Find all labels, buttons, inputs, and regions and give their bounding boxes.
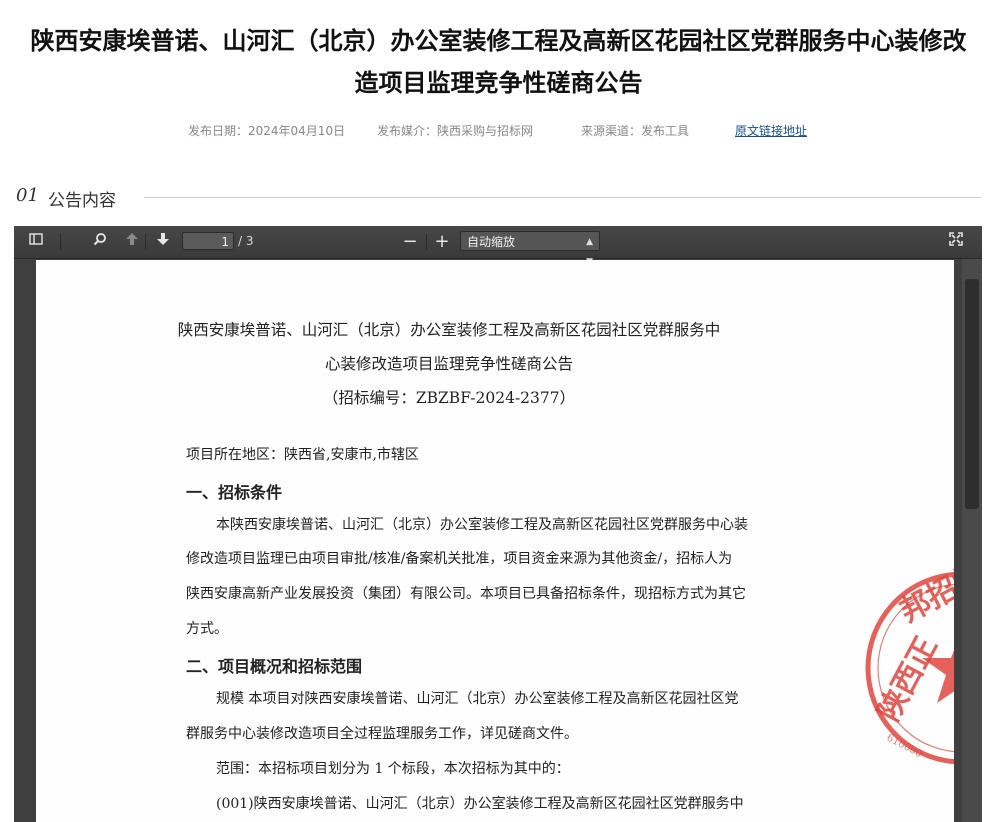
doc-para1-line: 方式。 [186, 621, 228, 637]
zoom-in-button[interactable]: + [432, 232, 452, 252]
doc-para2-line: 规模 本项目对陕西安康埃普诺、山河汇（北京）办公室装修工程及高新区花园社区党 [216, 691, 739, 707]
toolbar-separator [145, 234, 146, 250]
doc-location: 项目所在地区：陕西省,安康市,市辖区 [186, 447, 419, 463]
pdf-toolbar: 1 / 3 − + 自动缩放 ▲▼ [14, 226, 982, 267]
doc-scope: 范围：本招标项目划分为 1 个标段，本次招标为其中的： [216, 761, 570, 777]
svg-text:邦招标: 邦招标 [894, 568, 954, 630]
toolbar-separator [426, 234, 427, 250]
doc-item-1: (001)陕西安康埃普诺、山河汇（北京）办公室装修工程及高新区花园社区党群服务中 [216, 796, 744, 812]
publish-media: 发布媒介：陕西采购与招标网 [377, 124, 534, 138]
original-link[interactable]: 原文链接地址 [735, 122, 807, 139]
zoom-out-button[interactable]: − [400, 232, 420, 252]
page-number-input[interactable]: 1 [182, 232, 234, 250]
doc-heading-1: 一、招标条件 [186, 483, 283, 502]
pdf-scrollbar[interactable] [962, 259, 982, 822]
search-icon[interactable] [90, 232, 110, 252]
pdf-page: 陕西安康埃普诺、山河汇（北京）办公室装修工程及高新区花园社区党群服务中 心装修改… [36, 260, 954, 822]
zoom-select-value: 自动缩放 [467, 235, 516, 249]
toolbar-separator [60, 234, 61, 250]
pdf-scrollbar-thumb[interactable] [965, 279, 979, 509]
doc-tender-number: （招标编号：ZBZBF-2024-2377） [322, 389, 576, 407]
arrow-down-icon[interactable] [153, 232, 173, 252]
publish-date: 发布日期：2024年04月10日 [188, 124, 346, 138]
doc-para1-line: 修改造项目监理已由项目审批/核准/备案机关批准，项目资金来源为其他资金/，招标人… [186, 551, 733, 567]
page-count: / 3 [238, 234, 254, 248]
doc-title-line-1: 陕西安康埃普诺、山河汇（北京）办公室装修工程及高新区花园社区党群服务中 [177, 321, 721, 339]
svg-text:陕西正: 陕西正 [871, 631, 944, 727]
doc-heading-2: 二、项目概况和招标范围 [186, 657, 363, 676]
source-channel: 来源渠道：发布工具 [581, 124, 690, 138]
doc-para2-line: 群服务中心装修改造项目全过程监理服务工作，详见磋商文件。 [186, 726, 578, 742]
doc-para1-line: 本陕西安康埃普诺、山河汇（北京）办公室装修工程及高新区花园社区党群服务中心装 [216, 517, 748, 533]
section-header: 01 公告内容 [16, 183, 981, 211]
section-divider [144, 197, 981, 198]
page-title: 陕西安康埃普诺、山河汇（北京）办公室装修工程及高新区花园社区党群服务中心装修改 … [0, 20, 997, 104]
official-seal-stamp: 陕西正 邦招标 610000 [865, 568, 954, 765]
page-title-line-2: 造项目监理竞争性磋商公告 [354, 69, 643, 97]
zoom-select[interactable]: 自动缩放 ▲▼ [460, 231, 600, 267]
arrow-up-icon[interactable] [122, 232, 142, 252]
section-label: 公告内容 [48, 191, 116, 211]
doc-para1-line: 陕西安康高新产业发展投资（集团）有限公司。本项目已具备招标条件，现招标方式为其它 [186, 586, 746, 602]
section-number: 01 [16, 185, 39, 206]
sidebar-toggle-icon[interactable] [26, 232, 46, 252]
svg-text:610000: 610000 [885, 732, 924, 760]
pdf-viewer: 1 / 3 − + 自动缩放 ▲▼ 陕西安康埃普诺、山河汇（北京）办公室装修工程… [14, 226, 982, 822]
page-title-line-1: 陕西安康埃普诺、山河汇（北京）办公室装修工程及高新区花园社区党群服务中心装修改 [30, 27, 967, 55]
doc-title-line-2: 心装修改造项目监理竞争性磋商公告 [324, 355, 573, 373]
fullscreen-icon[interactable] [946, 232, 966, 252]
